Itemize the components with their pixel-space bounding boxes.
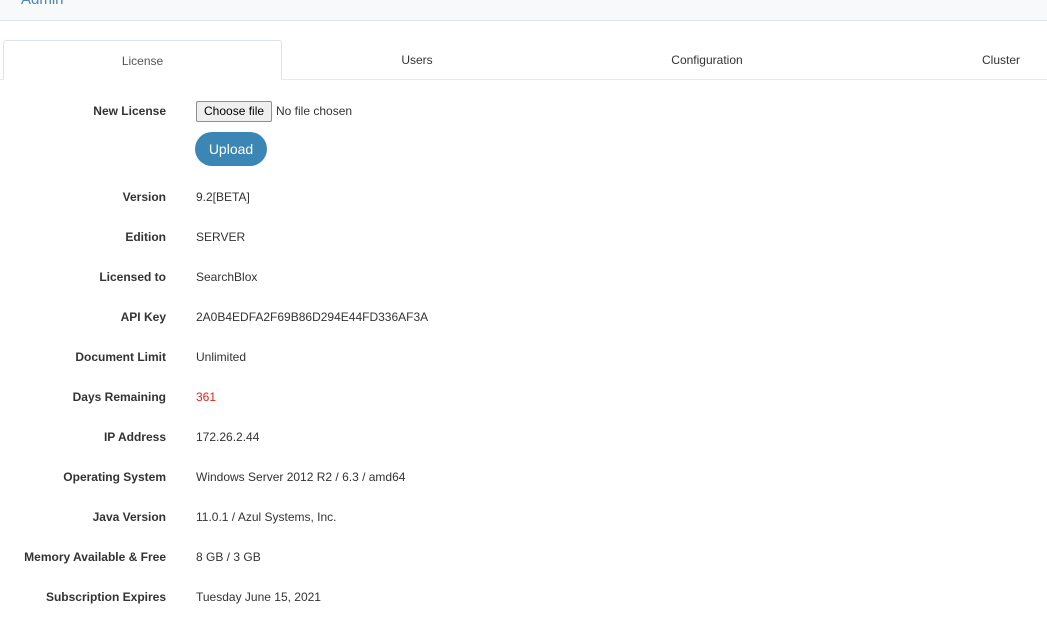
memory-value: 8 GB / 3 GB [196,550,261,564]
operating-system-value: Windows Server 2012 R2 / 6.3 / amd64 [196,470,406,484]
tab-users[interactable]: Users [283,40,551,80]
operating-system-label: Operating System [63,470,166,484]
days-remaining-value: 361 [196,390,217,404]
edition-label: Edition [125,230,166,244]
upload-button[interactable]: Upload [195,132,267,166]
java-version-value: 11.0.1 / Azul Systems, Inc. [196,510,337,524]
tab-configuration[interactable]: Configuration [553,40,861,80]
ip-address-label: IP Address [103,430,166,444]
page-title: Admin [21,0,64,8]
licensed-to-label: Licensed to [99,270,166,284]
subscription-expires-value: Tuesday June 15, 2021 [196,590,321,604]
days-remaining-label: Days Remaining [72,390,166,404]
licensed-to-value: SearchBlox [196,270,258,284]
memory-label: Memory Available & Free [24,550,166,564]
tab-license[interactable]: License [3,40,282,80]
ip-address-value: 172.26.2.44 [196,430,260,444]
tab-bar: License Users Configuration Cluster [0,40,1047,80]
version-label: Version [122,190,166,204]
edition-value: SERVER [196,230,246,244]
document-limit-label: Document Limit [75,350,166,364]
api-key-value: 2A0B4EDFA2F69B86D294E44FD336AF3A [196,310,429,324]
version-value: 9.2[BETA] [196,190,250,204]
api-key-label: API Key [120,310,166,324]
subscription-expires-label: Subscription Expires [45,590,166,604]
no-file-chosen-text: No file chosen [276,104,353,118]
java-version-label: Java Version [92,510,166,524]
document-limit-value: Unlimited [196,350,247,364]
tab-cluster[interactable]: Cluster [862,40,1047,80]
choose-file-button[interactable]: Choose file [196,101,273,122]
top-header-bar: Admin [0,0,1047,21]
new-license-label: New License [93,104,166,118]
